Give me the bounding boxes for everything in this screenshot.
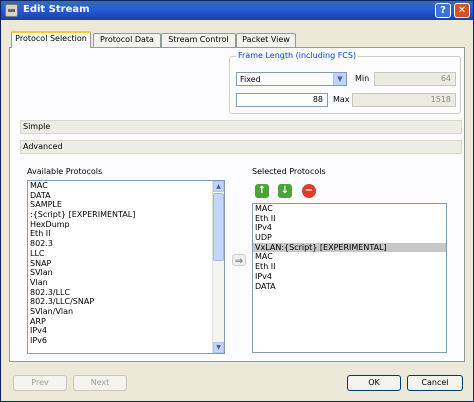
available-scrollbar[interactable]: ▲ ▼ bbox=[212, 181, 224, 353]
move-down-icon[interactable]: ↓ bbox=[278, 184, 292, 198]
list-item[interactable]: IPv4 bbox=[253, 272, 446, 282]
scroll-thumb[interactable] bbox=[213, 193, 224, 261]
frame-length-mode-select[interactable]: Fixed ▼ bbox=[236, 72, 347, 86]
next-button[interactable]: Next bbox=[73, 375, 127, 391]
frame-length-mode-value: Fixed bbox=[240, 75, 261, 84]
move-right-icon[interactable]: ⇒ bbox=[232, 254, 246, 267]
app-icon bbox=[5, 4, 18, 17]
list-item[interactable]: LLC bbox=[28, 249, 224, 259]
advanced-section-header[interactable]: Advanced bbox=[20, 140, 462, 154]
frame-length-field[interactable]: 88 bbox=[236, 93, 328, 107]
simple-section-header[interactable]: Simple bbox=[20, 120, 462, 134]
list-item[interactable]: DATA bbox=[28, 191, 224, 201]
available-protocols-list[interactable]: MAC DATA SAMPLE:{Script} [EXPERIMENTAL] Hex… bbox=[27, 180, 225, 354]
selected-protocols-label: Selected Protocols bbox=[252, 167, 326, 176]
edit-stream-window: Edit Stream ? ✕ Protocol Selection Proto… bbox=[0, 0, 474, 402]
prev-button[interactable]: Prev bbox=[13, 375, 67, 391]
list-item[interactable]: VxLAN:{Script} [EXPERIMENTAL] bbox=[253, 242, 446, 253]
min-label: Min bbox=[355, 74, 370, 83]
list-item[interactable]: :{Script} [EXPERIMENTAL] bbox=[28, 210, 224, 220]
list-item[interactable]: SVlan/Vlan bbox=[28, 307, 224, 317]
close-button[interactable]: ✕ bbox=[454, 3, 470, 18]
frame-length-legend: Frame Length (including FCS) bbox=[236, 51, 359, 60]
list-item[interactable]: ARP bbox=[28, 317, 224, 327]
selected-protocols-list[interactable]: MAC Eth II IPv4 UDP VxLAN:{Script} [EXPERIME… bbox=[252, 203, 447, 353]
list-item[interactable]: MAC bbox=[253, 204, 446, 214]
tab-stream-control[interactable]: Stream Control bbox=[161, 33, 236, 47]
list-item[interactable]: SVlan bbox=[28, 268, 224, 278]
move-up-icon[interactable]: ↑ bbox=[255, 184, 269, 198]
window-title: Edit Stream bbox=[23, 4, 90, 15]
list-item[interactable]: SNAP bbox=[28, 259, 224, 269]
protocol-selection-panel: Frame Length (including FCS) Fixed ▼ Min… bbox=[9, 47, 465, 362]
min-field: 64 bbox=[374, 72, 456, 86]
tab-protocol-data[interactable]: Protocol Data bbox=[93, 33, 161, 47]
list-item[interactable]: MAC bbox=[253, 252, 446, 262]
help-button[interactable]: ? bbox=[435, 3, 451, 18]
scroll-up-icon[interactable]: ▲ bbox=[213, 181, 224, 192]
list-item[interactable]: Vlan bbox=[28, 278, 224, 288]
list-item[interactable]: HexDump bbox=[28, 220, 224, 230]
list-item[interactable]: IPv6 bbox=[28, 336, 224, 346]
tab-protocol-selection[interactable]: Protocol Selection bbox=[11, 31, 91, 48]
max-label: Max bbox=[333, 95, 350, 104]
scroll-down-icon[interactable]: ▼ bbox=[213, 342, 224, 353]
list-item[interactable]: 802.3/LLC/SNAP bbox=[28, 297, 224, 307]
list-item[interactable]: SAMPLE bbox=[28, 200, 224, 210]
title-bar[interactable]: Edit Stream ? ✕ bbox=[1, 1, 473, 20]
list-item[interactable]: UDP bbox=[253, 233, 446, 243]
list-item[interactable]: Eth II bbox=[28, 229, 224, 239]
list-item[interactable]: DATA bbox=[253, 282, 446, 292]
ok-button[interactable]: OK bbox=[347, 375, 401, 391]
chevron-down-icon[interactable]: ▼ bbox=[333, 73, 346, 85]
cancel-button[interactable]: Cancel bbox=[407, 375, 463, 391]
list-item[interactable]: Eth II bbox=[253, 214, 446, 224]
list-item[interactable]: IPv4 bbox=[28, 326, 224, 336]
list-item[interactable]: MAC bbox=[28, 181, 224, 191]
max-field: 1518 bbox=[352, 93, 456, 107]
available-protocols-label: Available Protocols bbox=[27, 167, 103, 176]
frame-length-group: Frame Length (including FCS) Fixed ▼ Min… bbox=[229, 51, 461, 114]
tab-packet-view[interactable]: Packet View bbox=[236, 33, 296, 47]
list-item[interactable]: IPv4 bbox=[253, 223, 446, 233]
list-item[interactable]: 802.3 bbox=[28, 239, 224, 249]
list-item[interactable]: Eth II bbox=[253, 262, 446, 272]
remove-icon[interactable]: − bbox=[302, 184, 316, 198]
list-item[interactable]: 802.3/LLC bbox=[28, 288, 224, 298]
